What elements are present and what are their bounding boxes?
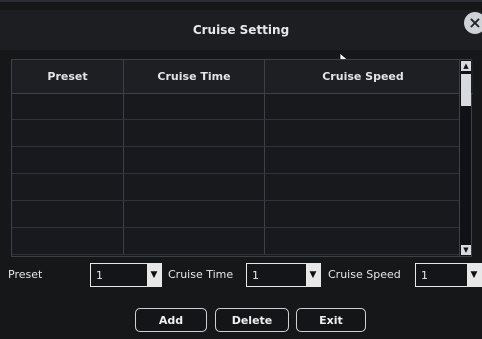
cruise-table: Preset Cruise Time Cruise Speed ▲ ▼ [11, 59, 473, 257]
delete-button[interactable]: Delete [215, 308, 289, 332]
add-button[interactable]: Add [135, 308, 207, 332]
action-buttons: Add Delete Exit [0, 308, 482, 332]
table-body [12, 93, 461, 256]
column-header-cruise-speed[interactable]: Cruise Speed [265, 60, 461, 93]
table-scrollbar[interactable]: ▲ ▼ [459, 60, 471, 256]
scroll-thumb[interactable] [461, 74, 471, 106]
cruise-speed-select[interactable]: 1 ▼ [415, 263, 482, 287]
scroll-down-icon[interactable]: ▼ [461, 245, 471, 255]
cruise-speed-value: 1 [421, 269, 428, 282]
preset-value: 1 [96, 269, 103, 282]
scroll-up-icon[interactable]: ▲ [461, 61, 471, 71]
close-icon[interactable]: × [464, 12, 482, 34]
chevron-down-icon[interactable]: ▼ [467, 264, 481, 286]
cruise-time-value: 1 [252, 269, 259, 282]
chevron-down-icon[interactable]: ▼ [306, 264, 320, 286]
column-header-preset[interactable]: Preset [12, 60, 124, 93]
exit-button[interactable]: Exit [296, 308, 366, 332]
cruise-speed-label: Cruise Speed [328, 268, 401, 281]
dialog-title: Cruise Setting [192, 23, 290, 37]
cruise-time-label: Cruise Time [168, 268, 234, 281]
table-row[interactable] [12, 120, 461, 147]
dialog-titlebar: Cruise Setting [0, 10, 482, 50]
column-header-cruise-time[interactable]: Cruise Time [124, 60, 265, 93]
table-row[interactable] [12, 147, 461, 174]
chevron-down-icon[interactable]: ▼ [147, 264, 161, 286]
preset-select[interactable]: 1 ▼ [90, 263, 162, 287]
table-row[interactable] [12, 174, 461, 201]
table-row[interactable] [12, 228, 461, 255]
table-header: Preset Cruise Time Cruise Speed [12, 60, 473, 94]
cruise-controls: Preset 1 ▼ Cruise Time 1 ▼ Cruise Speed … [0, 262, 482, 288]
cruise-time-select[interactable]: 1 ▼ [246, 263, 321, 287]
table-row[interactable] [12, 93, 461, 120]
preset-label: Preset [8, 268, 43, 281]
table-row[interactable] [12, 201, 461, 228]
cruise-setting-dialog: Cruise Setting × Preset Cruise Time Crui… [0, 0, 482, 339]
